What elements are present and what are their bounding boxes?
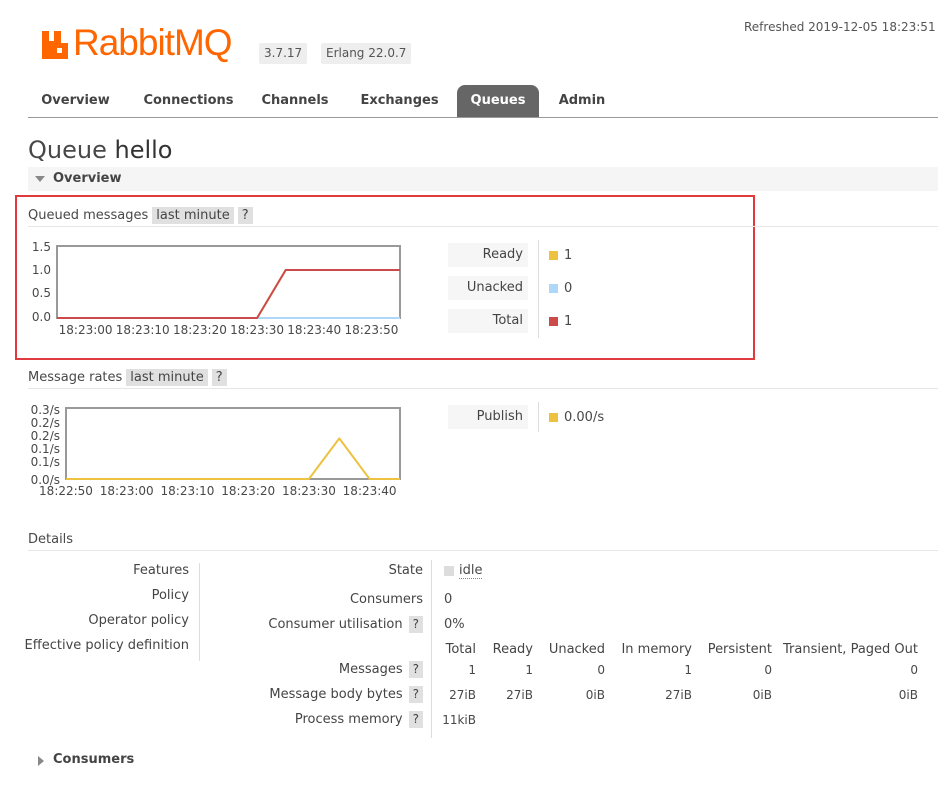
legend-ready-swatch (549, 251, 558, 260)
messages-row-header: Messages? (339, 661, 423, 678)
col-persistent: Persistent (707, 642, 772, 657)
details-title: Details (28, 532, 74, 547)
body-bytes-row-header: Message body bytes? (269, 686, 423, 703)
rates-x-tick-label: 18:23:40 (343, 484, 397, 498)
message-rates-range-selector[interactable]: last minute (126, 369, 208, 386)
bytes-unacked: 0iB (585, 688, 605, 702)
legend-unacked-value: 0 (564, 281, 573, 296)
rates-y-tick-label: 0.2/s (31, 416, 60, 430)
rates-x-tick-label: 18:23:20 (221, 484, 275, 498)
policy-label: Policy (151, 588, 189, 603)
legend-total-swatch (549, 317, 558, 326)
divider (28, 550, 938, 551)
message-rates-header: Message rates last minute? (28, 369, 227, 386)
process-memory-help-button[interactable]: ? (408, 711, 423, 728)
col-transient: Transient, Paged Out (783, 642, 918, 657)
state-value: idle (459, 563, 483, 579)
messages-total: 1 (468, 663, 476, 677)
process-memory-value: 11kiB (442, 713, 476, 727)
rates-x-tick-label: 18:23:10 (161, 484, 215, 498)
process-memory-row-header: Process memory? (295, 711, 423, 728)
legend-divider (538, 402, 539, 432)
legend-total-value: 1 (564, 314, 573, 329)
bytes-ready: 27iB (506, 688, 533, 702)
legend-unacked-label: Unacked (448, 276, 528, 300)
divider (28, 388, 938, 389)
utilisation-value: 0% (444, 617, 465, 632)
legend-publish-label: Publish (448, 405, 528, 429)
rates-x-tick-label: 18:23:30 (282, 484, 336, 498)
message-rates-title: Message rates (28, 370, 123, 385)
col-total: Total (445, 642, 476, 657)
rates-y-tick-label: 0.2/s (31, 429, 60, 443)
rates-y-tick-label: 0.1/s (31, 442, 60, 456)
rates-plot-frame (65, 407, 401, 480)
details-divider (431, 560, 432, 738)
legend-divider (538, 240, 539, 338)
col-in-memory: In memory (621, 642, 692, 657)
messages-row-label: Messages (338, 662, 403, 677)
process-memory-row-label: Process memory (294, 712, 403, 727)
message-rates-help[interactable]: ? (211, 369, 227, 386)
rates-y-tick-label: 0.1/s (31, 455, 60, 469)
consumers-label: Consumers (349, 592, 423, 607)
bytes-transient: 0iB (898, 688, 918, 702)
operator-policy-label: Operator policy (88, 613, 189, 628)
legend-total-label: Total (448, 309, 528, 333)
legend-ready-value: 1 (564, 248, 573, 263)
features-label: Features (133, 563, 189, 578)
consumers-section-label: Consumers (53, 752, 135, 767)
messages-ready: 1 (525, 663, 533, 677)
messages-in-memory: 1 (684, 663, 692, 677)
effective-policy-label: Effective policy definition (24, 638, 189, 653)
messages-persistent: 0 (764, 663, 772, 677)
expand-arrow-icon (38, 756, 44, 766)
body-bytes-help-button[interactable]: ? (408, 686, 423, 703)
messages-unacked: 0 (597, 663, 605, 677)
consumers-value: 0 (444, 592, 453, 607)
legend-publish-swatch (549, 413, 558, 422)
body-bytes-row-label: Message body bytes (269, 687, 403, 702)
details-divider (199, 563, 200, 661)
legend-publish-value: 0.00/s (564, 410, 605, 425)
bytes-persistent: 0iB (752, 688, 772, 702)
legend-unacked-swatch (549, 284, 558, 293)
consumer-utilisation-row: Consumer utilisation? (268, 616, 423, 633)
rates-y-tick-label: 0.3/s (31, 403, 60, 417)
state-label: State (388, 563, 423, 578)
consumer-utilisation-label: Consumer utilisation (268, 617, 403, 632)
state-idle-text: idle (459, 563, 483, 579)
bytes-total: 27iB (449, 688, 476, 702)
messages-help-button[interactable]: ? (408, 661, 423, 678)
col-ready: Ready (492, 642, 533, 657)
messages-transient: 0 (910, 663, 918, 677)
col-unacked: Unacked (548, 642, 605, 657)
rates-x-tick-label: 18:23:00 (100, 484, 154, 498)
legend-ready-label: Ready (448, 243, 528, 267)
utilisation-help-button[interactable]: ? (408, 616, 423, 633)
bytes-in-memory: 27iB (665, 688, 692, 702)
rates-x-tick-label: 18:22:50 (39, 484, 93, 498)
state-indicator-icon (444, 566, 454, 576)
